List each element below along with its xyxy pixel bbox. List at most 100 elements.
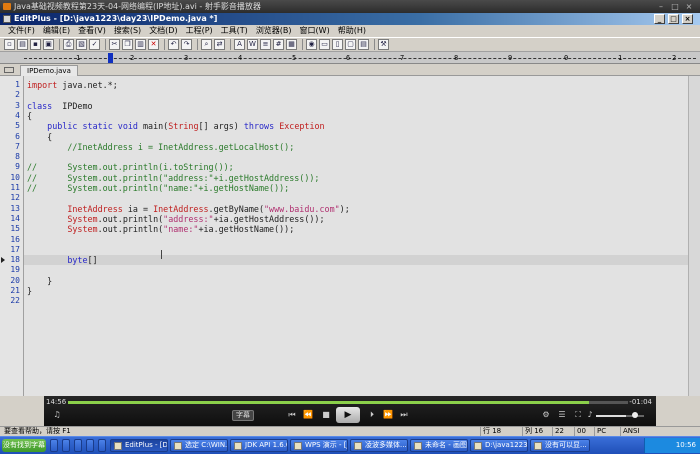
editor-maximize-button[interactable]: □ (668, 14, 679, 24)
fast-forward-icon[interactable]: ⏩ (382, 409, 394, 421)
code-line[interactable]: } (27, 276, 52, 286)
vertical-scrollbar[interactable] (688, 76, 700, 396)
taskbar-item-jdk-api[interactable]: JDK API 1.6.0... (230, 439, 288, 452)
speaker-icon[interactable]: ♪ (584, 409, 596, 421)
code-token: InetAddress (67, 203, 123, 214)
taskbar-item-wps[interactable]: WPS 演示 - [J... (290, 439, 348, 452)
taskbar-item-folder[interactable]: D:\java1223avi (470, 439, 528, 452)
code-token: "www.baidu.com" (264, 203, 340, 214)
code-line[interactable]: //InetAddress i = InetAddress.getLocalHo… (27, 142, 294, 152)
code-line[interactable]: InetAddress ia = InetAddress.getByName("… (27, 203, 349, 214)
replace-icon[interactable]: ⇄ (214, 39, 225, 50)
code-line[interactable]: System.out.println("name:"+ia.getHostNam… (27, 224, 294, 234)
rewind-icon[interactable]: ⏪ (302, 409, 314, 421)
fullscreen-icon[interactable]: ⛶ (572, 409, 584, 421)
seek-bar[interactable] (68, 401, 628, 404)
word-wrap-icon[interactable]: W (247, 39, 258, 50)
volume-knob[interactable] (632, 412, 638, 418)
spell-check-icon[interactable]: ✓ (89, 39, 100, 50)
code-line[interactable]: } (27, 286, 32, 296)
settings-icon[interactable]: ⚙ (540, 409, 552, 421)
menu-edit[interactable]: 编辑(E) (39, 25, 74, 37)
save-icon[interactable]: ▪ (30, 39, 41, 50)
directory-icon[interactable]: ▤ (358, 39, 369, 50)
directory-toggle-icon[interactable] (4, 67, 14, 73)
quicklaunch-icon[interactable] (86, 439, 94, 452)
headphone-icon[interactable]: ♫ (50, 409, 64, 421)
window-tile-icon[interactable]: ▭ (319, 39, 330, 50)
print-preview-icon[interactable]: ▧ (76, 39, 87, 50)
menu-view[interactable]: 查看(V) (74, 25, 110, 37)
font-icon[interactable]: A (234, 39, 245, 50)
play-button[interactable]: ▶ (336, 407, 360, 423)
taskbar-item-lingbo[interactable]: 凌波多媒体... (350, 439, 408, 452)
browser-icon[interactable]: ◉ (306, 39, 317, 50)
copy-icon[interactable]: ❐ (122, 39, 133, 50)
open-folder-icon[interactable]: ▤ (17, 39, 28, 50)
code-line[interactable]: // System.out.println("address:"+i.getHo… (27, 173, 319, 183)
tools-icon[interactable]: ⚒ (378, 39, 389, 50)
task-label: WPS 演示 - [J... (305, 441, 347, 449)
column-select-icon[interactable]: ▦ (286, 39, 297, 50)
player-window-title: Java基础视频教程第23天-04-网络编程(IP地址).avi - 射手影音播… (14, 2, 261, 11)
menu-tools[interactable]: 工具(T) (217, 25, 252, 37)
menu-browser[interactable]: 浏览器(B) (252, 25, 296, 37)
window-cascade-icon[interactable]: ▯ (332, 39, 343, 50)
stop-icon[interactable]: ■ (320, 409, 332, 421)
start-button[interactable]: 没有找到字幕 (2, 439, 46, 452)
menu-window[interactable]: 窗口(W) (296, 25, 334, 37)
quicklaunch-icon[interactable] (50, 439, 58, 452)
cut-icon[interactable]: ✂ (109, 39, 120, 50)
code-editor[interactable]: import java.net.*; class IPDemo{ public s… (24, 76, 688, 396)
previous-icon[interactable]: ⏮ (286, 409, 298, 421)
task-label: 凌波多媒体... (365, 441, 407, 449)
redo-icon[interactable]: ↷ (181, 39, 192, 50)
print-icon[interactable]: ⎙ (63, 39, 74, 50)
new-file-icon[interactable]: ▫ (4, 39, 15, 50)
code-line[interactable]: class IPDemo (27, 101, 93, 111)
taskbar-item-player[interactable]: 没有可以显... (530, 439, 590, 452)
delete-icon[interactable]: ✕ (148, 39, 159, 50)
taskbar-item-cmd[interactable]: 选定 C:\WIN... (170, 439, 228, 452)
status-bar: 要查看帮助，请按 F1 行 18 列 16 22 00 PC ANSI (0, 426, 700, 436)
quicklaunch-icon[interactable] (74, 439, 82, 452)
player-minimize-icon[interactable]: – (656, 2, 666, 11)
player-app-icon (3, 3, 11, 10)
editor-minimize-button[interactable]: _ (654, 14, 665, 24)
taskbar-item-paint[interactable]: 未命名 - 画图 (410, 439, 468, 452)
undo-icon[interactable]: ↶ (168, 39, 179, 50)
code-line[interactable]: import java.net.*; (27, 80, 118, 90)
menu-search[interactable]: 搜索(S) (110, 25, 145, 37)
code-line[interactable]: // System.out.println(i.toString()); (27, 162, 234, 172)
find-icon[interactable]: ⌕ (201, 39, 212, 50)
quicklaunch-icon[interactable] (62, 439, 70, 452)
player-maximize-icon[interactable]: □ (670, 2, 680, 11)
editor-close-button[interactable]: × (682, 14, 693, 24)
paste-icon[interactable]: ▥ (135, 39, 146, 50)
document-tab[interactable]: IPDemo.java (20, 65, 78, 76)
menu-project[interactable]: 工程(P) (182, 25, 217, 37)
line-number-icon[interactable]: # (273, 39, 284, 50)
code-line[interactable]: { (27, 111, 32, 121)
next-icon[interactable]: ⏭ (398, 409, 410, 421)
cliptext-icon[interactable]: ▢ (345, 39, 356, 50)
playlist-icon[interactable]: ☰ (556, 409, 568, 421)
subtitle-button[interactable]: 字幕 (232, 410, 254, 421)
line-number: 10 (10, 172, 20, 182)
menu-help[interactable]: 帮助(H) (334, 25, 370, 37)
ruler-toggle-icon[interactable]: ≡ (260, 39, 271, 50)
menu-file[interactable]: 文件(F) (4, 25, 39, 37)
code-line[interactable]: public static void main(String[] args) t… (27, 121, 324, 131)
quicklaunch-icon[interactable] (98, 439, 106, 452)
code-token: InetAddress (153, 203, 209, 214)
step-forward-icon[interactable]: ⏵ (366, 409, 378, 421)
player-close-icon[interactable]: × (684, 2, 694, 11)
save-all-icon[interactable]: ▣ (43, 39, 54, 50)
code-line[interactable]: { (27, 132, 52, 142)
menu-document[interactable]: 文档(D) (145, 25, 181, 37)
code-line[interactable]: byte[] (27, 255, 97, 265)
code-line[interactable]: // System.out.println("name:"+i.getHostN… (27, 183, 289, 193)
taskbar-item-editplus[interactable]: EditPlus - [D:\j... (110, 439, 168, 452)
code-line[interactable]: System.out.println("address:"+ia.getHost… (27, 214, 324, 224)
